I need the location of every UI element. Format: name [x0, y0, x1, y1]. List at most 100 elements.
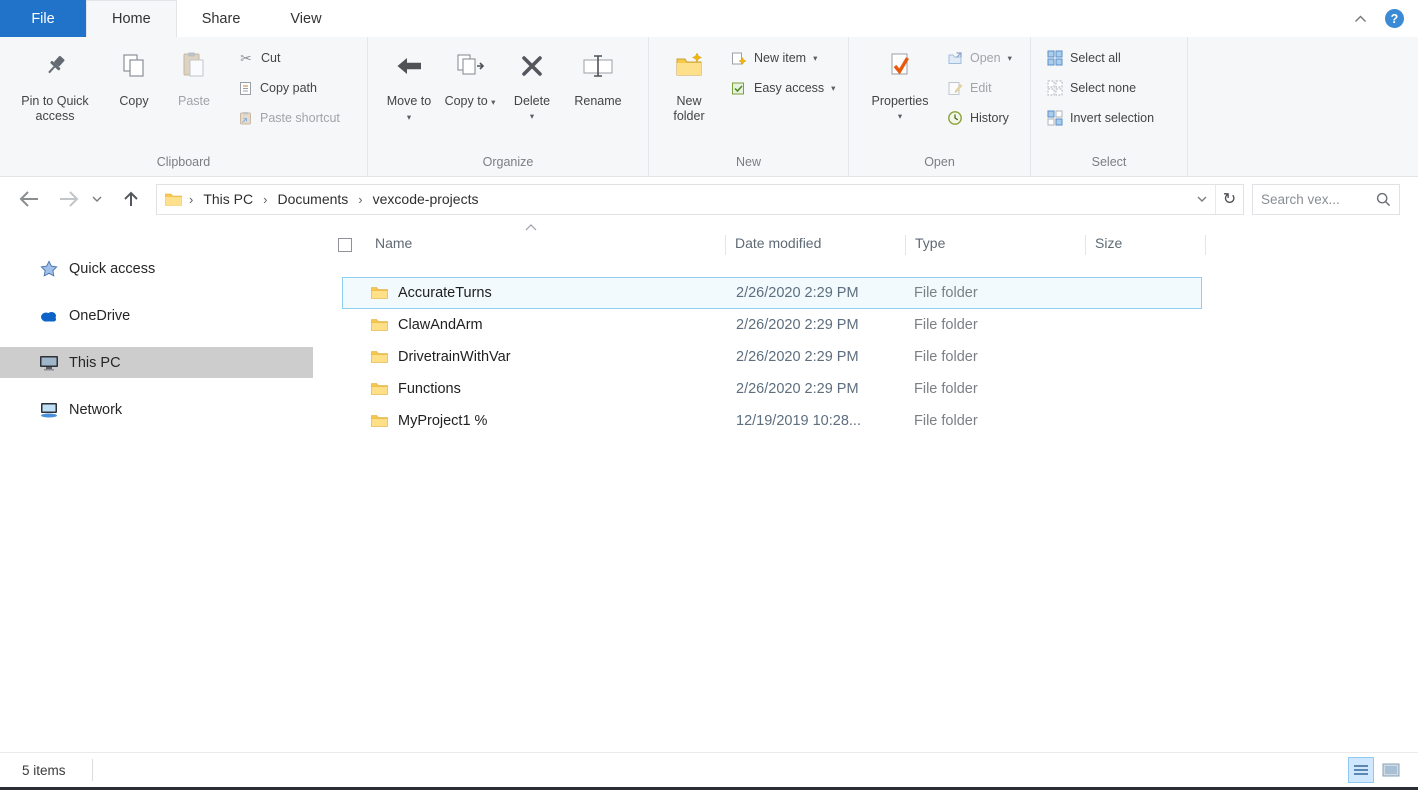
sidebar-item-onedrive[interactable]: OneDrive	[0, 300, 317, 331]
sidebar-network-label: Network	[69, 402, 122, 418]
easy-access-label: Easy access	[754, 81, 824, 95]
refresh-icon[interactable]: ↻	[1215, 185, 1243, 214]
breadcrumb-this-pc[interactable]: This PC	[200, 191, 256, 207]
file-name: AccurateTurns	[398, 285, 492, 301]
file-row-drivetrainwithvar[interactable]: DrivetrainWithVar 2/26/2020 2:29 PM File…	[342, 341, 1202, 373]
copy-button[interactable]: Copy	[108, 39, 160, 109]
file-row-clawandarm[interactable]: ClawAndArm 2/26/2020 2:29 PM File folder	[342, 309, 1202, 341]
file-date-modified: 2/26/2020 2:29 PM	[736, 381, 859, 397]
back-button[interactable]	[14, 183, 44, 215]
tab-file[interactable]: File	[0, 0, 86, 37]
file-list: Name Date modified Type Size AccurateTur…	[317, 220, 1418, 752]
recent-locations-chevron-icon[interactable]	[88, 183, 106, 215]
new-folder-label: New folder	[663, 94, 715, 124]
address-dropdown-chevron-icon[interactable]	[1189, 185, 1215, 214]
new-folder-button[interactable]: New folder	[663, 39, 715, 124]
easy-access-button[interactable]: Easy access ▾	[725, 73, 841, 103]
sidebar-item-quick-access[interactable]: Quick access	[0, 253, 317, 284]
sidebar-item-network[interactable]: Network	[0, 394, 317, 425]
properties-icon	[885, 51, 915, 89]
location-folder-icon	[165, 193, 182, 206]
column-divider[interactable]	[1085, 235, 1086, 255]
select-all-checkbox[interactable]	[338, 238, 352, 252]
file-type: File folder	[914, 317, 978, 333]
history-label: History	[970, 111, 1009, 125]
select-none-button[interactable]: Select none	[1041, 73, 1160, 103]
properties-label: Properties	[872, 94, 929, 109]
breadcrumb-current-folder[interactable]: vexcode-projects	[370, 191, 482, 207]
dropdown-arrow: ▾	[491, 97, 495, 107]
invert-selection-button[interactable]: Invert selection	[1041, 103, 1160, 133]
help-icon[interactable]: ?	[1385, 9, 1404, 28]
file-name: ClawAndArm	[398, 317, 483, 333]
paste-shortcut-button[interactable]: Paste shortcut	[232, 103, 346, 133]
breadcrumb-separator[interactable]: ›	[256, 192, 274, 207]
delete-button[interactable]: Delete▾	[506, 39, 558, 121]
column-divider[interactable]	[1205, 235, 1206, 255]
select-none-label: Select none	[1070, 81, 1136, 95]
breadcrumb-separator[interactable]: ›	[182, 192, 200, 207]
select-group-label: Select	[1031, 152, 1187, 176]
tab-share[interactable]: Share	[177, 0, 266, 37]
file-row-functions[interactable]: Functions 2/26/2020 2:29 PM File folder	[342, 373, 1202, 405]
file-type: File folder	[914, 381, 978, 397]
column-header-date-modified[interactable]: Date modified	[735, 235, 821, 251]
ribbon: Pin to Quick access Copy Paste ✂ Cut	[0, 37, 1418, 177]
rename-button[interactable]: Rename	[568, 39, 628, 109]
pin-to-quick-access-button[interactable]: Pin to Quick access	[18, 39, 92, 124]
details-view-button[interactable]	[1348, 757, 1374, 783]
file-name: MyProject1 %	[398, 413, 487, 429]
address-input-box[interactable]: › This PC › Documents › vexcode-projects…	[156, 184, 1244, 215]
breadcrumb-separator[interactable]: ›	[351, 192, 369, 207]
dropdown-arrow: ▾	[1008, 54, 1012, 63]
folder-icon	[371, 286, 388, 300]
select-all-button[interactable]: Select all	[1041, 43, 1160, 73]
file-type: File folder	[914, 349, 978, 365]
dropdown-arrow: ▾	[530, 112, 534, 121]
file-date-modified: 12/19/2019 10:28...	[736, 413, 861, 429]
edit-label: Edit	[970, 81, 992, 95]
onedrive-cloud-icon	[38, 309, 60, 322]
column-divider[interactable]	[725, 235, 726, 255]
forward-button[interactable]	[54, 183, 84, 215]
quick-access-star-icon	[38, 260, 60, 278]
edit-button[interactable]: Edit	[941, 73, 1018, 103]
cut-button[interactable]: ✂ Cut	[232, 43, 346, 73]
address-bar: › This PC › Documents › vexcode-projects…	[0, 178, 1418, 220]
column-header-size[interactable]: Size	[1095, 235, 1122, 251]
tab-share-label: Share	[202, 11, 241, 27]
new-item-button[interactable]: New item ▾	[725, 43, 841, 73]
search-box[interactable]	[1252, 184, 1400, 215]
cut-label: Cut	[261, 51, 280, 65]
column-header-type[interactable]: Type	[915, 235, 945, 251]
file-row-accurateturns[interactable]: AccurateTurns 2/26/2020 2:29 PM File fol…	[342, 277, 1202, 309]
copy-to-button[interactable]: Copy to ▾	[444, 39, 496, 109]
dropdown-arrow: ▾	[898, 112, 902, 121]
open-button[interactable]: Open ▾	[941, 43, 1018, 73]
new-item-label: New item	[754, 51, 806, 65]
search-input[interactable]	[1261, 192, 1376, 207]
sidebar-item-this-pc[interactable]: This PC	[0, 347, 313, 378]
history-button[interactable]: History	[941, 103, 1018, 133]
ribbon-group-clipboard: Pin to Quick access Copy Paste ✂ Cut	[0, 37, 368, 176]
tab-view[interactable]: View	[265, 0, 346, 37]
tab-home[interactable]: Home	[86, 0, 177, 37]
edit-icon	[947, 81, 963, 96]
sidebar-this-pc-label: This PC	[69, 355, 121, 371]
dropdown-arrow: ▾	[831, 84, 835, 93]
copy-path-button[interactable]: Copy path	[232, 73, 346, 103]
copy-to-icon	[454, 51, 486, 89]
search-icon[interactable]	[1376, 192, 1391, 207]
collapse-ribbon-icon[interactable]	[1354, 15, 1367, 23]
move-to-button[interactable]: Move to ▾	[384, 39, 434, 124]
invert-selection-icon	[1047, 110, 1063, 126]
properties-button[interactable]: Properties ▾	[867, 39, 933, 121]
thumbnail-view-button[interactable]	[1378, 757, 1404, 783]
file-row-myproject1[interactable]: MyProject1 % 12/19/2019 10:28... File fo…	[342, 405, 1202, 437]
paste-button[interactable]: Paste	[168, 39, 220, 109]
dropdown-arrow: ▾	[813, 54, 817, 63]
up-button[interactable]	[116, 183, 146, 215]
breadcrumb-documents[interactable]: Documents	[274, 191, 351, 207]
column-divider[interactable]	[905, 235, 906, 255]
column-header-name[interactable]: Name	[375, 235, 412, 251]
